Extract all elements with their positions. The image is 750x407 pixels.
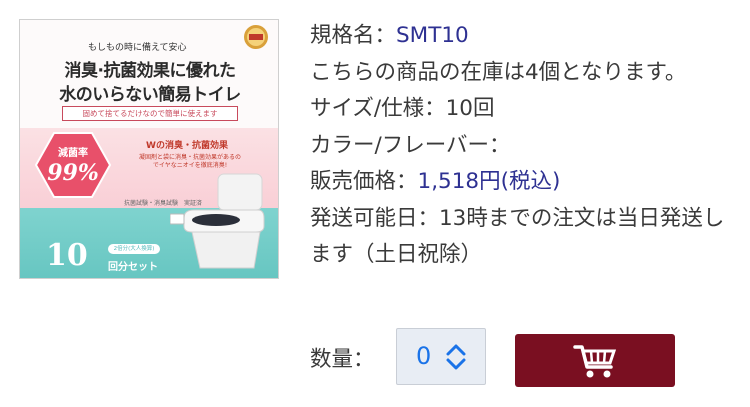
- stock-text: こちらの商品の在庫は4個となります。: [310, 59, 687, 85]
- medal-icon: [244, 25, 268, 49]
- color-flavor: カラー/フレーバー：: [310, 132, 511, 158]
- size-spec: サイズ/仕様：10回: [310, 96, 495, 121]
- feature-description: 凝固剤と袋に消臭・抗菌効果があるのでイヤなニオイを徹底消臭!: [138, 154, 241, 169]
- image-headline-2: 水のいらない簡易トイレ: [59, 85, 241, 105]
- model-value: SMT10: [396, 23, 469, 48]
- add-to-cart-button[interactable]: [515, 334, 675, 387]
- quantity-label: 数量：: [310, 347, 375, 372]
- chevron-up-down-icon: [446, 344, 466, 370]
- image-headline-1: 消臭·抗菌効果に優れた: [64, 61, 236, 81]
- image-tagline: もしもの時に備えて安心: [88, 43, 187, 53]
- price-row: 販売価格：1,518円(税込): [310, 164, 730, 201]
- badge-value: 99%: [47, 160, 99, 186]
- product-image[interactable]: もしもの時に備えて安心 消臭·抗菌効果に優れた 水のいらない簡易トイレ 固めて捨…: [19, 19, 279, 279]
- toilet-illustration-icon: [170, 173, 265, 269]
- price-value: 1,518円(税込): [417, 169, 561, 194]
- model-row: 規格名：SMT10: [310, 18, 730, 55]
- badge-label: 減菌率: [58, 148, 88, 159]
- price-label: 販売価格：: [310, 169, 418, 194]
- set-count: 10: [46, 238, 88, 273]
- quantity-value: 0: [416, 342, 432, 370]
- product-info: 規格名：SMT10 こちらの商品の在庫は4個となります。 サイズ/仕様：10回 …: [310, 18, 730, 274]
- shipping-text: 発送可能日：13時までの注文は当日発送します（土日祝除）: [310, 205, 725, 268]
- count-note: 2倍分(大人換算): [108, 244, 160, 254]
- feature-title: Wの消臭・抗菌効果: [146, 141, 228, 151]
- shopping-cart-icon: [573, 345, 617, 378]
- model-label: 規格名：: [310, 23, 397, 48]
- image-subline: 固めて捨てるだけなので簡単に使えます: [62, 106, 238, 121]
- quantity-select[interactable]: 0: [396, 328, 486, 385]
- set-unit: 回分セット: [108, 262, 158, 273]
